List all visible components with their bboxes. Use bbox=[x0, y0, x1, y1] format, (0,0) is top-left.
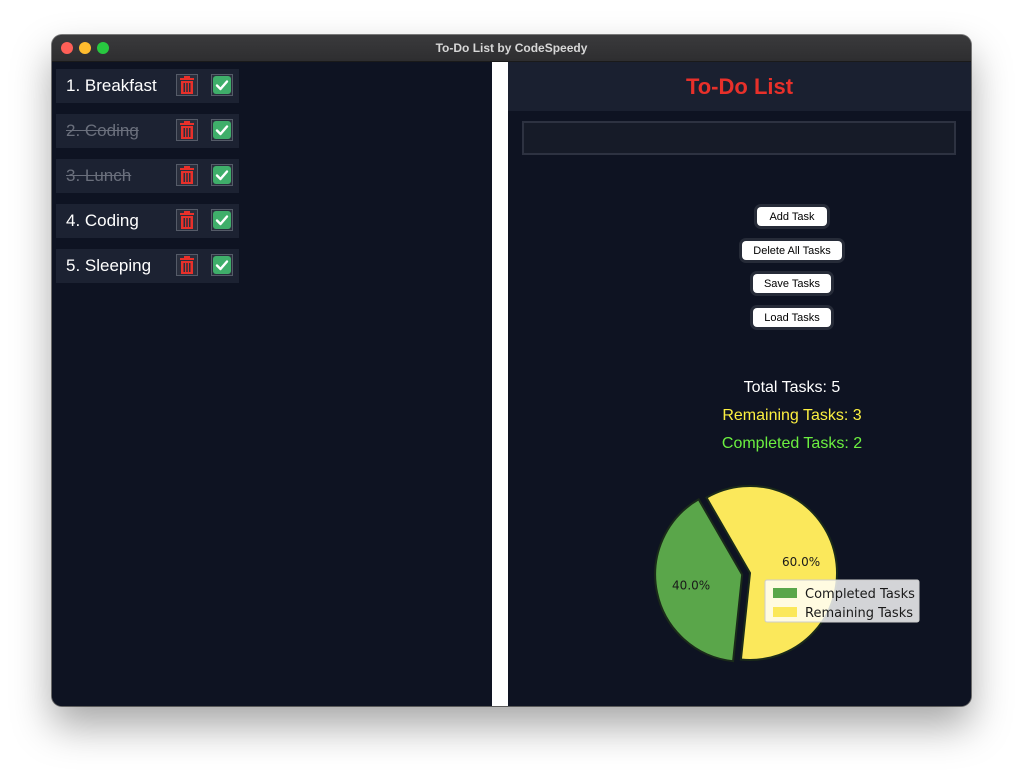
task-label: 2. Coding bbox=[66, 121, 139, 140]
check-icon bbox=[213, 166, 231, 184]
control-pane: To-Do List Add Task Delete All Tasks Sav… bbox=[508, 62, 971, 706]
trash-icon bbox=[180, 166, 194, 184]
pie-percent-label: 60.0% bbox=[782, 555, 820, 569]
task-row: 3. Lunch bbox=[56, 159, 239, 193]
complete-task-button[interactable] bbox=[211, 209, 233, 231]
complete-task-button[interactable] bbox=[211, 254, 233, 276]
delete-task-button[interactable] bbox=[176, 164, 198, 186]
app-window: To-Do List by CodeSpeedy 1. Breakfast 2.… bbox=[52, 35, 971, 706]
task-label: 1. Breakfast bbox=[66, 76, 157, 95]
title-bar: To-Do List by CodeSpeedy bbox=[52, 35, 971, 62]
trash-icon bbox=[180, 211, 194, 229]
check-icon bbox=[213, 76, 231, 94]
delete-task-button[interactable] bbox=[176, 254, 198, 276]
check-icon bbox=[213, 256, 231, 274]
tasks-pie-chart: 40.0% 60.0% Completed Tasks Remaining Task… bbox=[654, 485, 920, 663]
task-label: 5. Sleeping bbox=[66, 256, 152, 275]
check-icon bbox=[213, 211, 231, 229]
trash-icon bbox=[180, 76, 194, 94]
complete-task-button[interactable] bbox=[211, 119, 233, 141]
task-row: 4. Coding bbox=[56, 204, 239, 238]
check-icon bbox=[213, 121, 231, 139]
task-label: 3. Lunch bbox=[66, 166, 132, 185]
task-row: 1. Breakfast bbox=[56, 69, 239, 103]
legend-entry: Remaining Tasks bbox=[805, 606, 913, 621]
chart-legend: Completed Tasks Remaining Tasks bbox=[764, 579, 920, 623]
task-label: 4. Coding bbox=[66, 211, 139, 230]
delete-task-button[interactable] bbox=[176, 74, 198, 96]
legend-swatch bbox=[773, 607, 797, 617]
legend-entry: Completed Tasks bbox=[805, 587, 915, 602]
delete-task-button[interactable] bbox=[176, 119, 198, 141]
task-row: 5. Sleeping bbox=[56, 249, 239, 283]
task-row: 2. Coding bbox=[56, 114, 239, 148]
task-list-pane: 1. Breakfast 2. Coding 3. Lunch 4. Codin… bbox=[52, 62, 492, 706]
complete-task-button[interactable] bbox=[211, 74, 233, 96]
pane-divider[interactable] bbox=[492, 62, 508, 706]
pie-percent-label: 40.0% bbox=[672, 579, 710, 593]
window-title: To-Do List by CodeSpeedy bbox=[435, 41, 588, 55]
trash-icon bbox=[180, 256, 194, 274]
complete-task-button[interactable] bbox=[211, 164, 233, 186]
legend-swatch bbox=[773, 588, 797, 598]
delete-task-button[interactable] bbox=[176, 209, 198, 231]
trash-icon bbox=[180, 121, 194, 139]
